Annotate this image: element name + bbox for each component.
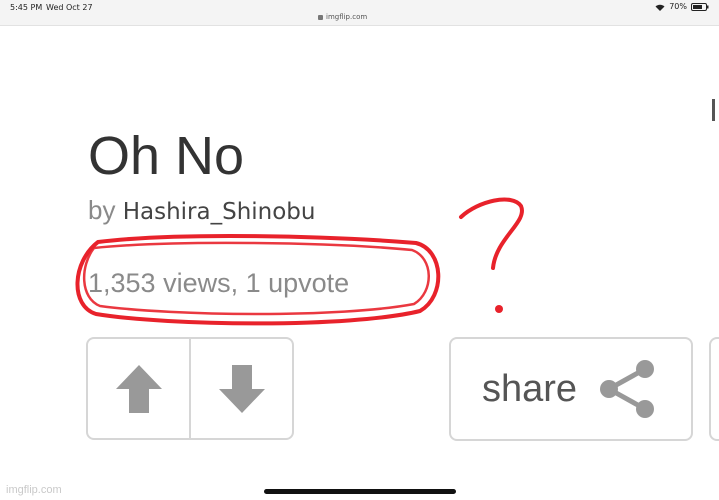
by-prefix: by [88,195,116,225]
status-time: 5:45 PM [10,3,43,12]
downvote-button[interactable] [189,339,292,438]
status-date: Wed Oct 27 [46,3,93,12]
battery-percent: 70% [669,2,687,11]
wifi-icon [655,4,665,11]
annotation-question-dot [495,305,503,313]
annotation-question-mark [459,197,524,270]
status-bar: 5:45 PM Wed Oct 27 imgflip.com 70% [0,0,719,26]
view-stats: 1,353 views, 1 upvote [88,268,350,298]
scrollbar-fragment [712,99,715,121]
upvote-button[interactable] [88,339,189,438]
byline: by Hashira_Shinobu [88,197,316,224]
share-label: share [482,367,578,410]
url-text: imgflip.com [326,13,368,21]
vote-buttons [86,337,294,440]
imgflip-watermark: imgflip.com [6,484,62,496]
lock-icon [318,15,323,20]
author-link[interactable]: Hashira_Shinobu [123,199,316,225]
next-button-partial[interactable] [709,337,719,441]
battery-icon [691,2,709,11]
arrow-up-icon [115,364,162,413]
address-bar-url[interactable]: imgflip.com [318,13,367,21]
post-title: Oh No [88,126,245,187]
status-indicators: 70% [655,2,709,11]
share-icon [595,358,657,420]
arrow-down-icon [218,364,265,413]
share-button[interactable]: share [449,337,693,441]
home-indicator [264,489,456,494]
